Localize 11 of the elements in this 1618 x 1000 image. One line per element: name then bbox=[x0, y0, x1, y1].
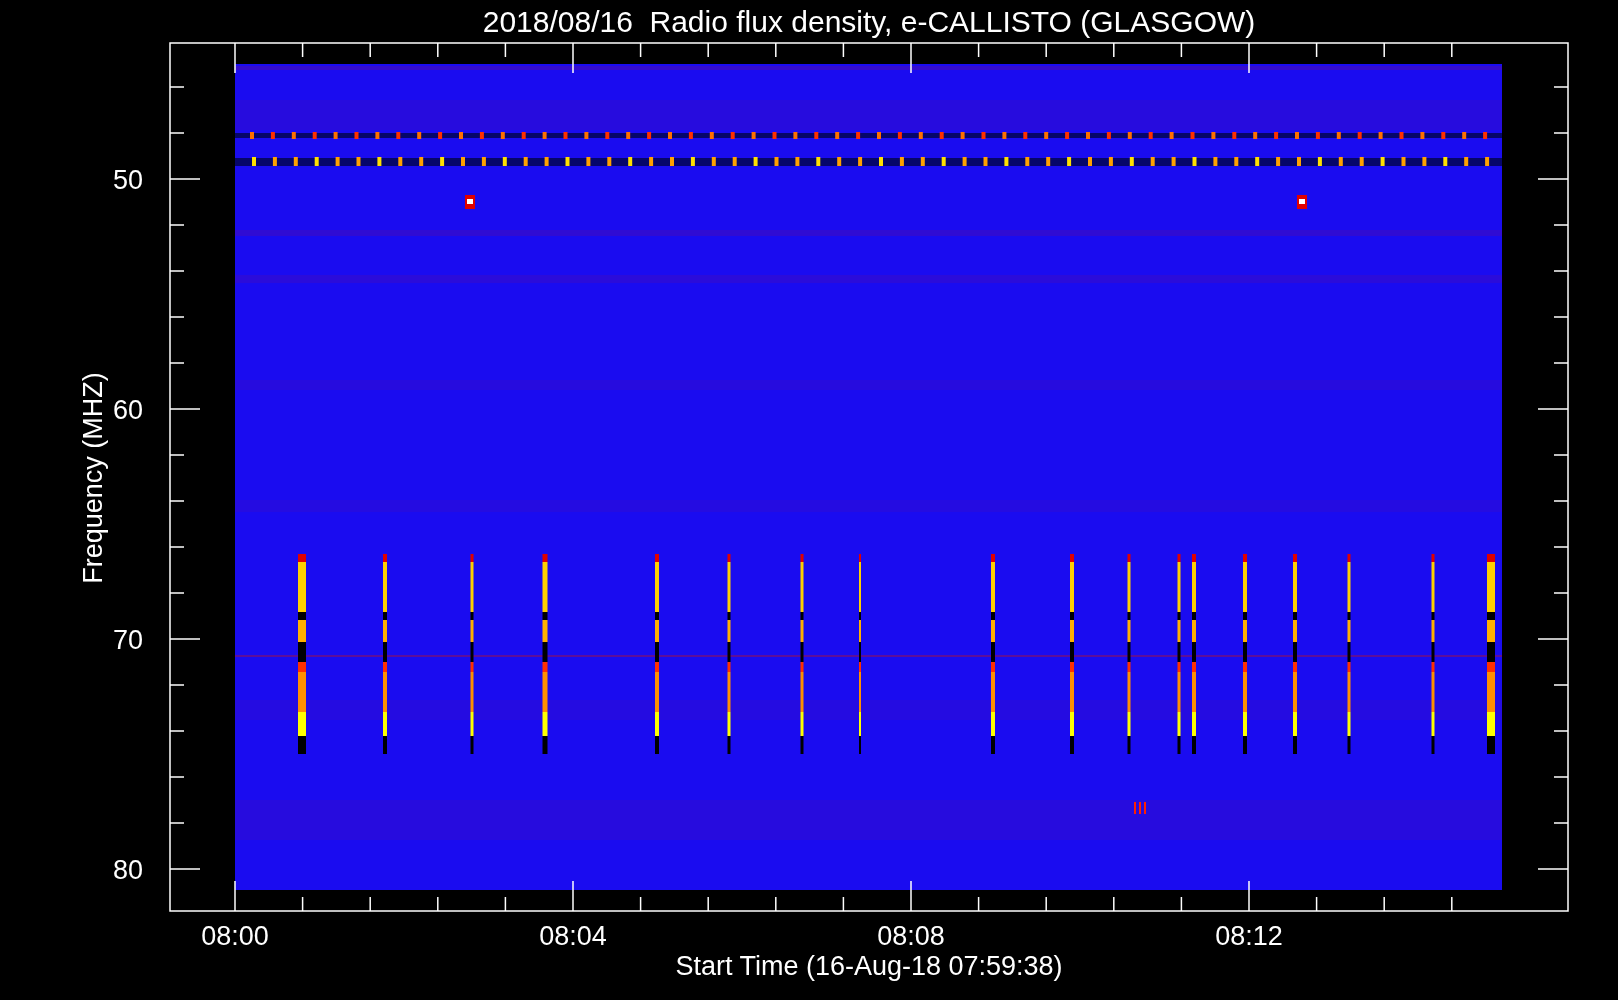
x-axis-title: Start Time (16-Aug-18 07:59:38) bbox=[675, 951, 1063, 981]
x-tick-label: 08:04 bbox=[539, 921, 607, 951]
y-tick-label: 70 bbox=[112, 625, 143, 655]
x-tick-label: 08:12 bbox=[1215, 921, 1283, 951]
x-tick-label: 08:00 bbox=[201, 921, 269, 951]
y-axis-title: Frequency (MHZ) bbox=[78, 372, 108, 584]
chart-title: 2018/08/16 Radio flux density, e-CALLISTO (GLASGOW) bbox=[482, 5, 1256, 38]
y-tick-label: 50 bbox=[112, 165, 143, 195]
x-tick-label: 08:08 bbox=[877, 921, 945, 951]
y-tick-label: 60 bbox=[112, 395, 143, 425]
y-tick-label: 80 bbox=[112, 855, 143, 885]
